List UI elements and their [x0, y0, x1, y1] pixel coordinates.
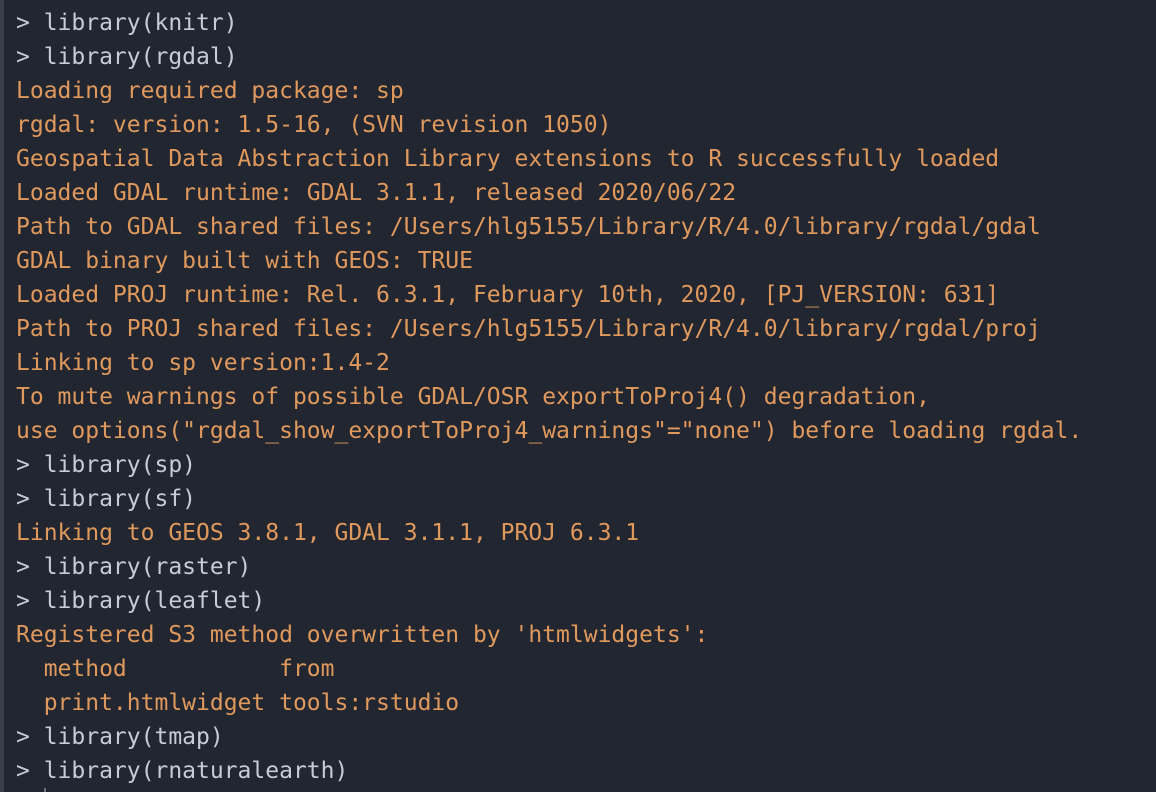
console-output-line: method from — [16, 656, 460, 682]
console-left-border — [0, 0, 4, 792]
console-output-line: Loaded GDAL runtime: GDAL 3.1.1, release… — [16, 180, 737, 206]
console-output-line: GDAL binary built with GEOS: TRUE — [16, 248, 473, 274]
console-output-line: Linking to sp version:1.4-2 — [16, 350, 390, 376]
console-output-line: Loaded PROJ runtime: Rel. 6.3.1, Februar… — [16, 282, 1000, 308]
console-output-line: rgdal: version: 1.5-16, (SVN revision 10… — [16, 112, 612, 138]
console-prompt-area[interactable] — [0, 788, 1156, 792]
r-console[interactable]: > library(knitr) > library(rgdal) Loadin… — [0, 0, 1156, 792]
console-output-line: print.htmlwidget tools:rstudio — [16, 690, 460, 716]
console-output-line: Geospatial Data Abstraction Library exte… — [16, 146, 1000, 172]
console-input-line: > library(sf) — [16, 486, 197, 512]
console-input-line: > library(tmap) — [16, 724, 224, 750]
console-input-line: > library(rgdal) — [16, 44, 238, 70]
console-input-line: > library(sp) — [16, 452, 197, 478]
console-input-line: > library(leaflet) — [16, 588, 266, 614]
console-output-line: Loading required package: sp — [16, 78, 404, 104]
console-input-line: > library(knitr) — [16, 10, 238, 36]
console-input-line: > library(rnaturalearth) — [16, 758, 349, 784]
console-output-line: use options("rgdal_show_exportToProj4_wa… — [16, 418, 1083, 444]
console-output-line: Path to PROJ shared files: /Users/hlg515… — [16, 316, 1041, 342]
text-cursor — [44, 788, 46, 792]
console-output-line: Path to GDAL shared files: /Users/hlg515… — [16, 214, 1041, 240]
console-input-line: > library(raster) — [16, 554, 252, 580]
console-output-line: Linking to GEOS 3.8.1, GDAL 3.1.1, PROJ … — [16, 520, 640, 546]
console-output-line: Registered S3 method overwritten by 'htm… — [16, 622, 709, 648]
console-output-line: To mute warnings of possible GDAL/OSR ex… — [16, 384, 930, 410]
